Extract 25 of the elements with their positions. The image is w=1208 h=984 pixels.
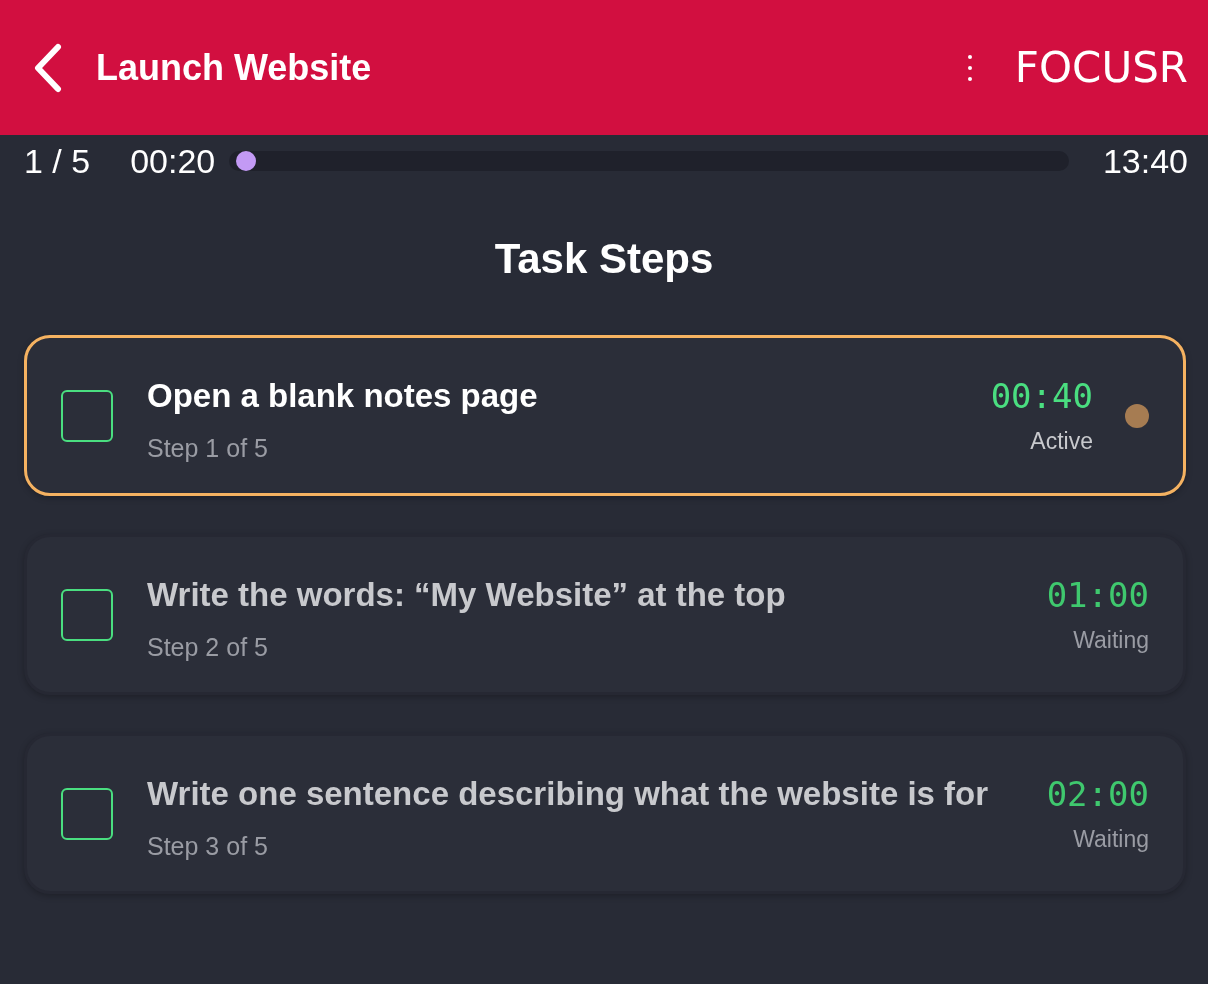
checkbox[interactable]	[61, 787, 113, 840]
step-status: Waiting	[1073, 627, 1149, 654]
step-card[interactable]: Open a blank notes page Step 1 of 5 00:40 Active	[24, 335, 1186, 496]
step-title: Write the words: “My Website” at the top	[147, 575, 787, 615]
step-title: Write one sentence describing what the website is for	[147, 774, 990, 814]
section-title: Task Steps	[493, 235, 715, 283]
remaining-time: 13:40	[1102, 141, 1188, 181]
step-status: Waiting	[1073, 826, 1149, 853]
elapsed-time: 00:20	[130, 141, 216, 181]
step-timer: 00:40	[990, 376, 1093, 416]
step-title: Open a blank notes page	[147, 376, 539, 416]
step-counter: 1 / 5	[24, 141, 91, 181]
step-card[interactable]: Write one sentence describing what the website is for Step 3 of 5 02:00 Waiting	[24, 733, 1186, 894]
app-logo: FOCUSR	[1014, 43, 1188, 92]
step-number: Step 2 of 5	[147, 633, 269, 662]
checkbox[interactable]	[61, 588, 113, 641]
task-title: Launch Website	[96, 46, 373, 89]
checkbox[interactable]	[61, 389, 113, 442]
step-timer: 01:00	[1046, 575, 1149, 615]
step-card[interactable]: Write the words: “My Website” at the top Step 2 of 5 01:00 Waiting	[24, 534, 1186, 695]
step-number: Step 1 of 5	[147, 434, 269, 463]
step-timer: 02:00	[1046, 774, 1149, 814]
active-dot	[1125, 403, 1149, 428]
step-number: Step 3 of 5	[147, 832, 269, 861]
step-status: Active	[1030, 428, 1093, 455]
